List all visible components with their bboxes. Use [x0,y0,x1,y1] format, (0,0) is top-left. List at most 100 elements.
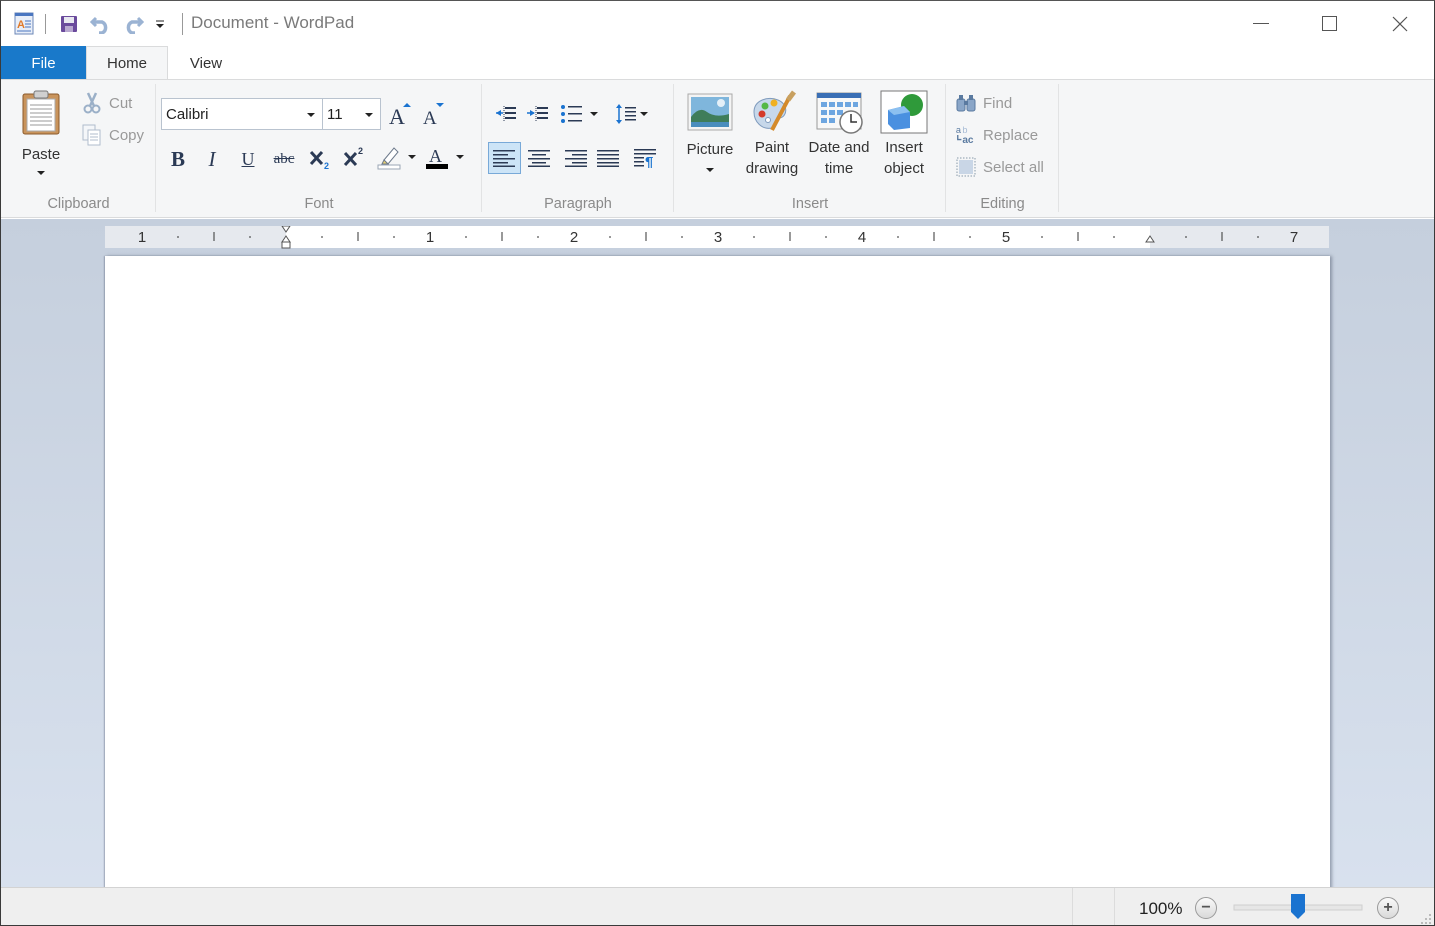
paragraph-settings-button[interactable]: ¶ [630,143,660,173]
bullet-list-icon [561,105,582,123]
svg-text:A: A [423,108,437,127]
zoom-in-button[interactable]: + [1377,897,1399,919]
redo-icon[interactable] [120,11,146,37]
ribbon-tabs: File Home View ? [1,46,1434,119]
zoom-slider-thumb[interactable] [1291,894,1305,919]
justify-icon [597,150,619,167]
insert-group: Picture Paint drawing Date and time Inse… [674,80,946,216]
left-indent-marker[interactable] [281,241,291,249]
paste-button[interactable]: Paste [15,90,67,175]
date-time-label-2: time [824,160,854,177]
chevron-down-icon [706,168,714,172]
align-left-button[interactable] [488,142,521,174]
chevron-down-icon [365,113,373,117]
cut-button[interactable]: Cut [81,91,132,115]
decrease-indent-button[interactable] [491,99,521,129]
maximize-button[interactable] [1295,1,1365,46]
tab-file[interactable]: File [1,46,86,80]
minus-icon: − [1201,899,1211,916]
close-button[interactable] [1365,1,1434,46]
status-bar: 100% − + [1,887,1434,925]
superscript-button[interactable]: 2 [339,142,369,172]
svg-text:A: A [389,104,405,127]
paint-palette-icon [753,90,796,131]
first-line-indent-marker[interactable] [281,226,291,233]
justify-button[interactable] [593,143,623,173]
strikethrough-button[interactable]: abc [269,144,299,174]
find-button[interactable]: Find [955,91,1012,115]
grow-font-button[interactable]: A [385,99,415,129]
text-color-icon: A [426,146,448,169]
minimize-icon [1253,22,1269,24]
increase-indent-icon [527,106,548,122]
font-family-dropdown[interactable]: Calibri [161,98,323,130]
svg-text:2: 2 [324,161,329,171]
highlighter-icon [377,147,401,170]
decrease-indent-icon [496,106,516,122]
plus-icon: + [1383,899,1393,916]
wordpad-app-icon[interactable]: A [11,11,37,37]
save-icon[interactable] [56,11,82,37]
ruler-label: 5 [1002,229,1010,246]
select-all-button[interactable]: Select all [955,155,1044,179]
paste-icon [22,90,60,135]
underline-button[interactable]: U [233,144,263,174]
highlight-color-button[interactable] [376,142,420,172]
tab-view[interactable]: View [171,46,241,80]
copy-button[interactable]: Copy [81,123,144,147]
insert-object-icon [880,90,928,134]
insert-object-button[interactable]: Insert object [874,90,934,179]
subscript-button[interactable]: 2 [305,144,335,174]
picture-icon [687,93,733,131]
font-family-value: Calibri [166,105,209,123]
line-spacing-button[interactable] [615,99,659,129]
customize-qat-icon[interactable] [152,11,168,37]
chevron-down-icon [640,112,648,116]
title-bar: A Document - WordPad [1,1,1434,46]
editing-group-label: Editing [980,196,1025,212]
bold-button[interactable]: B [163,144,193,174]
chevron-down-icon [456,155,464,159]
superscript-icon: 2 [343,146,363,167]
font-group: Calibri 11 A A B I U abc 2 2 A Font [156,80,482,216]
shrink-font-icon: A [423,103,444,127]
paint-drawing-button[interactable]: Paint drawing [740,90,804,179]
align-center-button[interactable] [524,143,554,173]
ribbon: Paste Cut Copy Clipboard Calibri 11 A A … [1,80,1434,218]
find-label: Find [983,94,1013,112]
ruler-label: 7 [1290,229,1298,246]
zoom-slider[interactable] [1231,892,1367,924]
window-title: Document - WordPad [191,13,355,32]
zoom-out-button[interactable]: − [1195,897,1217,919]
editing-group: Find a b ac Replace Select all Editing [946,80,1059,216]
italic-button[interactable]: I [197,144,227,174]
scissors-icon [81,92,103,114]
paragraph-group: ¶ Paragraph [482,80,674,216]
increase-indent-button[interactable] [523,99,553,129]
paste-dropdown-icon[interactable] [37,171,45,175]
svg-text:ac: ac [962,135,974,146]
insert-group-label: Insert [791,196,829,212]
text-color-button[interactable]: A [424,142,468,172]
shrink-font-button[interactable]: A [418,99,448,129]
subscript-icon: 2 [309,150,329,171]
hanging-indent-marker[interactable] [281,235,291,243]
ruler[interactable]: 1 1 2 3 4 5 7 [105,226,1329,249]
font-size-dropdown[interactable]: 11 [322,98,381,130]
ruler-label: 2 [570,229,578,246]
resize-grip-icon[interactable] [1421,914,1431,924]
right-indent-marker[interactable] [1145,235,1155,243]
svg-text:¶: ¶ [645,154,653,168]
minimize-button[interactable] [1226,1,1296,46]
replace-button[interactable]: a b ac Replace [955,123,1038,147]
tab-home[interactable]: Home [86,46,168,80]
clipboard-group-label: Clipboard [47,196,110,212]
date-and-time-button[interactable]: Date and time [805,90,873,179]
picture-button[interactable]: Picture [682,92,738,172]
align-right-button[interactable] [560,143,590,173]
undo-icon[interactable] [88,11,114,37]
svg-text:A: A [17,19,25,31]
bullets-button[interactable] [560,99,604,129]
document-page[interactable] [105,256,1330,896]
align-right-icon [565,150,587,167]
